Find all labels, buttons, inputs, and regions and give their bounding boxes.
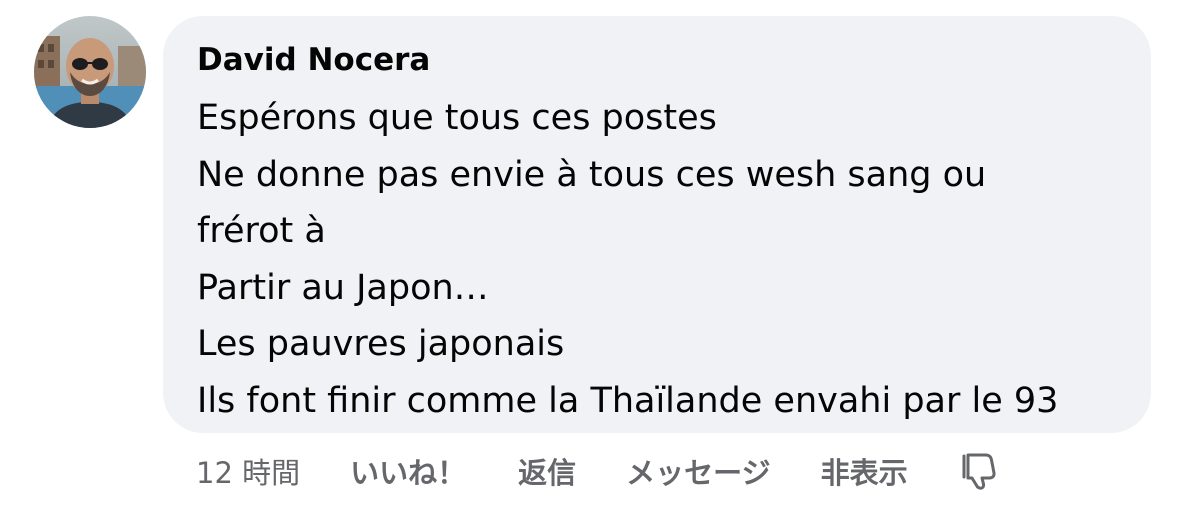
avatar-photo bbox=[34, 16, 146, 128]
comment-text-line: Ne donne pas envie à tous ces wesh sang … bbox=[197, 154, 987, 195]
comment-bubble: David Nocera Espérons que tous ces poste… bbox=[163, 16, 1151, 433]
comment-author[interactable]: David Nocera bbox=[197, 40, 1151, 80]
comment: David Nocera Espérons que tous ces poste… bbox=[0, 0, 1200, 516]
comment-text-line: Partir au Japon… bbox=[197, 267, 489, 308]
thumbs-down-icon[interactable] bbox=[960, 451, 998, 491]
like-button[interactable]: いいね！ bbox=[350, 450, 466, 492]
comment-text-line: Les pauvres japonais bbox=[197, 324, 565, 364]
comment-timestamp[interactable]: 12 時間 bbox=[196, 450, 300, 492]
comment-text-line: frérot à bbox=[197, 211, 326, 251]
comment-text-line: Ils font finir comme la Thaïlande envahi… bbox=[197, 380, 1059, 421]
comment-text-line: Espérons que tous ces postes bbox=[197, 98, 717, 138]
reply-button[interactable]: 返信 bbox=[518, 450, 576, 492]
message-button[interactable]: メッセージ bbox=[626, 450, 770, 492]
comment-actions: 12 時間 いいね！ 返信 メッセージ 非表示 bbox=[196, 448, 998, 494]
thumbs-down-icon-graphic bbox=[962, 453, 996, 490]
hide-button[interactable]: 非表示 bbox=[821, 450, 908, 492]
avatar[interactable] bbox=[34, 16, 146, 128]
